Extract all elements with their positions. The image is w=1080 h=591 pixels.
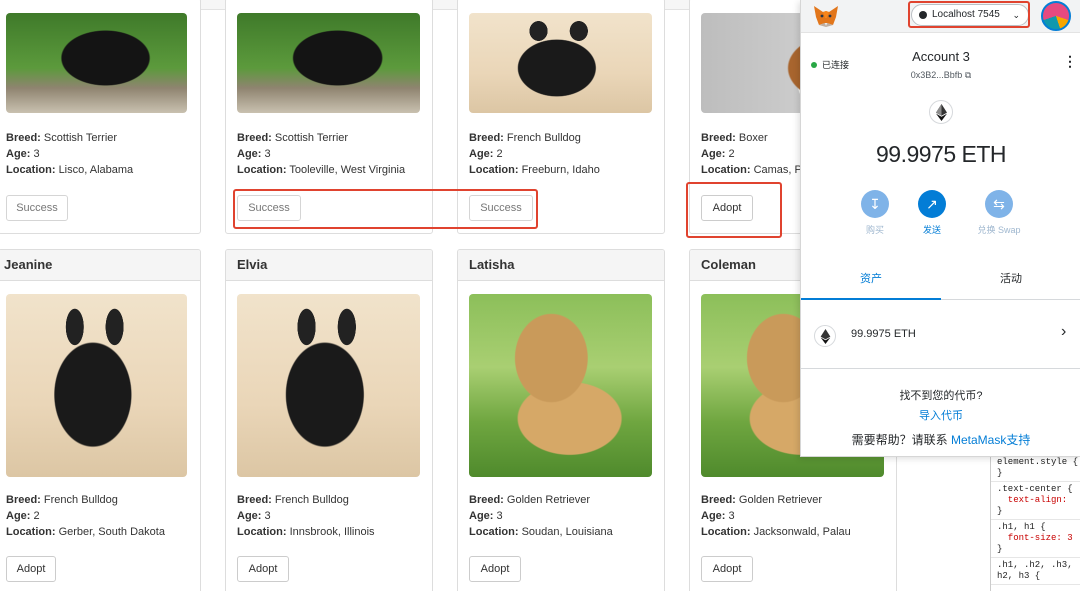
highlight-box-adopt [686,182,782,238]
pet-info: Breed: Golden Retriever Age: 3 Location:… [701,494,851,538]
metamask-header: Localhost 7545 ⌄ [801,0,1080,33]
import-token-link[interactable]: 导入代币 [801,407,1080,423]
metamask-popup: Localhost 7545 ⌄ 已连接 Account 3 0x3B2...B… [800,0,1080,457]
pet-info: Breed: French Bulldog Age: 3 Location: I… [237,494,375,538]
metamask-fox-icon[interactable] [813,5,839,27]
tab-assets[interactable]: 资产 [801,262,941,300]
css-rule: .text-center { text-align:} [991,482,1080,520]
pet-info: Breed: Scottish Terrier Age: 3 Location:… [6,132,134,176]
devtools-styles-pane: element.style {} .text-center { text-ali… [990,455,1080,591]
swap-button[interactable]: ⇆ 兑换 Swap [967,190,1031,236]
pet-info: Breed: Golden Retriever Age: 3 Location:… [469,494,613,538]
highlight-box-network [908,1,1030,28]
pet-photo [469,13,652,113]
send-button[interactable]: ↗ 发送 [912,190,952,236]
pet-card-elvia: Elvia Breed: French Bulldog Age: 3 Locat… [225,249,433,591]
pet-info: Breed: French Bulldog Age: 2 Location: F… [469,132,600,176]
pet-info: Breed: Scottish Terrier Age: 3 Location:… [237,132,406,176]
pet-photo [6,13,187,113]
swap-icon: ⇆ [985,190,1013,218]
download-icon: ↧ [861,190,889,218]
css-rule: .h1, h1 { font-size: 3} [991,520,1080,558]
buy-button[interactable]: ↧ 购买 [855,190,895,236]
pet-photo [237,13,420,113]
no-token-text: 找不到您的代币? [899,390,983,402]
account-address[interactable]: 0x3B2...Bbfb ⧉ [801,70,1080,81]
adopt-button[interactable]: Adopt [469,556,521,582]
adopt-button[interactable]: Adopt [701,556,753,582]
pet-name: Latisha [458,250,664,281]
highlight-box-success [233,189,538,229]
pet-photo [469,294,652,477]
asset-value: 99.9975 ETH [851,328,916,340]
success-button[interactable]: Success [6,195,68,221]
adopt-button[interactable]: Adopt [6,556,56,582]
support-link[interactable]: MetaMask支持 [951,433,1030,447]
account-balance: 99.9975 ETH [875,141,1007,167]
pet-card-1: Breed: Scottish Terrier Age: 3 Location:… [0,0,201,234]
more-options-icon[interactable]: ⋮ [1063,54,1077,68]
tab-activity[interactable]: 活动 [941,262,1080,300]
pet-photo [6,294,187,477]
send-arrow-icon: ↗ [918,190,946,218]
pet-info: Breed: Boxer Age: 2 Location: Camas, P [701,132,802,176]
asset-row-eth[interactable]: 99.9975 ETH › [801,301,1080,369]
pet-card-latisha: Latisha Breed: Golden Retriever Age: 3 L… [457,249,665,591]
ethereum-logo-icon [929,100,953,124]
pet-name: Elvia [226,250,432,281]
account-name[interactable]: Account 3 [801,49,1080,64]
chevron-right-icon: › [1061,323,1067,340]
help-text: 需要帮助？请联系 MetaMask支持 [851,433,1031,447]
ethereum-logo-icon [814,325,836,347]
css-rule: element.style {} [991,455,1080,482]
adopt-button[interactable]: Adopt [237,556,289,582]
pet-info: Breed: French Bulldog Age: 2 Location: G… [6,494,165,538]
account-avatar[interactable] [1041,1,1071,31]
pet-card-jeanine: Jeanine Breed: French Bulldog Age: 2 Loc… [0,249,201,591]
css-rule: .h1, .h2, .h3, h2, h3 { [991,558,1080,585]
pet-name: Jeanine [0,250,200,281]
metamask-tabs: 资产 活动 [801,262,1080,300]
screenshot-root: Breed: Scottish Terrier Age: 3 Location:… [0,0,1080,591]
copy-icon: ⧉ [964,70,972,80]
pet-photo [237,294,420,477]
